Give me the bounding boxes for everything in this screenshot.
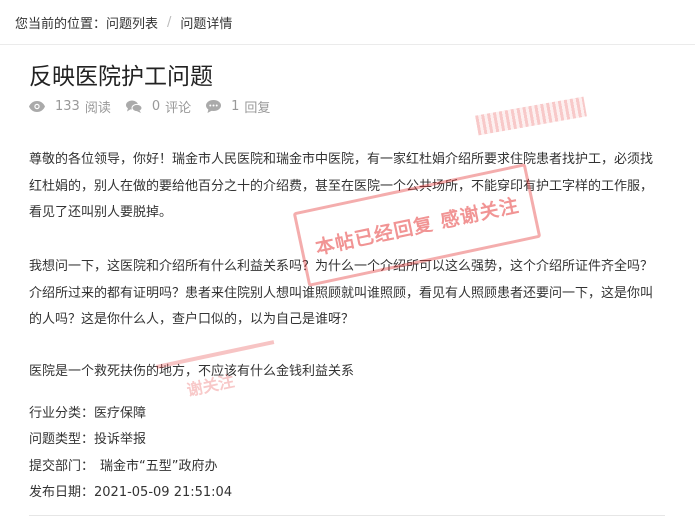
eye-icon	[29, 101, 45, 112]
department-value: 瑞金市“五型”政府办	[100, 458, 218, 474]
breadcrumb-separator: /	[167, 14, 172, 30]
breadcrumb-question-list-link[interactable]: 问题列表	[106, 13, 158, 32]
category-value: 医疗保障	[94, 406, 147, 421]
info-row-date: 发布日期： 2021-05-09 21:51:04	[29, 480, 232, 506]
breadcrumb-bar: 您当前的位置： 问题列表 / 问题详情	[0, 0, 695, 45]
views-stat: 133 阅读	[29, 97, 111, 116]
question-paragraph-1: 尊敬的各位领导，你好！瑞金市人民医院和瑞金市中医院，有一家红杜娟介绍所要求住院患…	[29, 152, 654, 220]
question-stats: 133 阅读 0 评论 1 回复	[29, 97, 285, 116]
info-row-category: 行业分类： 医疗保障	[29, 401, 232, 427]
replies-stat: 1 回复	[206, 97, 270, 116]
breadcrumb: 您当前的位置： 问题列表 / 问题详情	[0, 13, 232, 32]
department-label: 提交部门：	[29, 458, 95, 474]
question-paragraph-2: 我想问一下，这医院和介绍所有什么利益关系吗？为什么一个介绍所可以这么强势，这个介…	[29, 259, 654, 327]
type-label: 问题类型：	[29, 432, 95, 448]
reply-bubble-icon	[206, 100, 222, 113]
views-label: 阅读	[84, 101, 111, 116]
views-count: 133	[55, 99, 80, 114]
bottom-divider	[29, 515, 665, 516]
comments-stat: 0 评论	[125, 97, 192, 116]
question-info: 行业分类： 医疗保障 问题类型： 投诉举报 提交部门： 瑞金市“五型”政府办 发…	[29, 401, 232, 506]
comments-label: 评论	[165, 101, 192, 116]
breadcrumb-prefix: 您当前的位置：	[15, 16, 107, 32]
comment-bubbles-icon	[125, 100, 142, 113]
question-paragraph-3: 医院是一个救死扶伤的地方，不应该有什么金钱利益关系	[29, 364, 355, 379]
category-label: 行业分类：	[29, 406, 95, 421]
date-label: 发布日期：	[29, 484, 95, 500]
question-title: 反映医院护工问题	[29, 64, 213, 90]
type-value: 投诉举报	[94, 432, 147, 448]
stamp-fragment-top	[475, 96, 587, 136]
info-row-department: 提交部门： 瑞金市“五型”政府办	[29, 454, 232, 480]
info-row-type: 问题类型： 投诉举报	[29, 427, 232, 453]
replies-count: 1	[231, 99, 240, 114]
breadcrumb-current: 问题详情	[180, 16, 233, 32]
replies-label: 回复	[244, 101, 271, 116]
date-value: 2021-05-09 21:51:04	[94, 484, 233, 500]
comments-count: 0	[151, 99, 161, 114]
